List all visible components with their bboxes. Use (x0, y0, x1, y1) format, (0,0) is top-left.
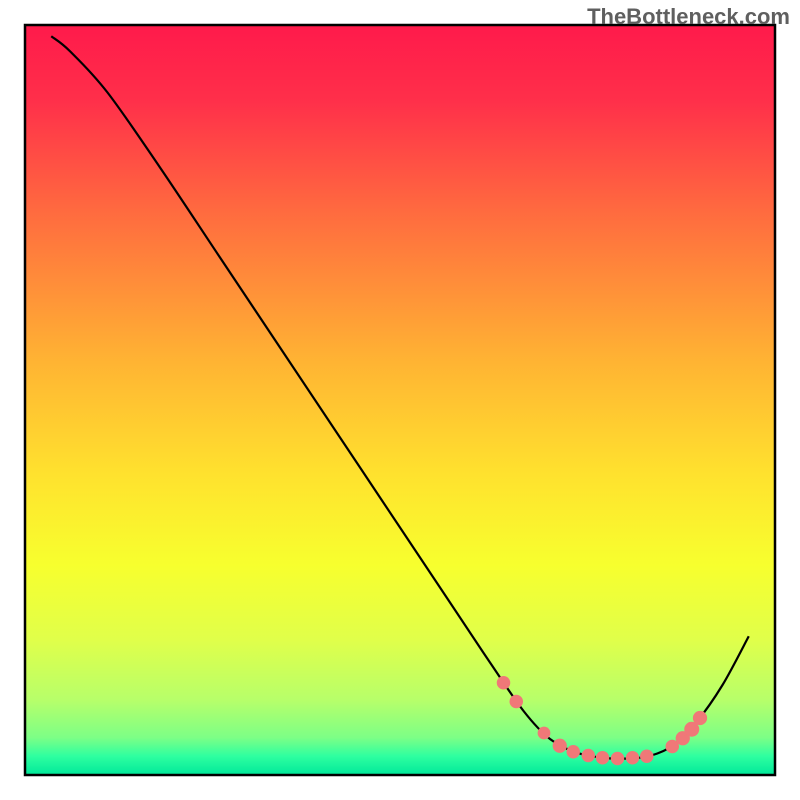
marker-dot (582, 749, 596, 763)
marker-dot (693, 711, 707, 725)
marker-dot (497, 676, 511, 690)
marker-dot (510, 695, 524, 709)
marker-dot (553, 739, 567, 753)
chart-canvas: TheBottleneck.com (0, 0, 800, 800)
marker-dot (567, 745, 581, 759)
marker-dot (611, 752, 625, 766)
gradient-background (25, 25, 775, 775)
marker-dot (626, 751, 640, 765)
watermark-text: TheBottleneck.com (587, 4, 790, 30)
marker-dot (596, 751, 610, 765)
marker-dot (640, 750, 654, 764)
marker-dot (538, 727, 551, 740)
chart-svg (0, 0, 800, 800)
